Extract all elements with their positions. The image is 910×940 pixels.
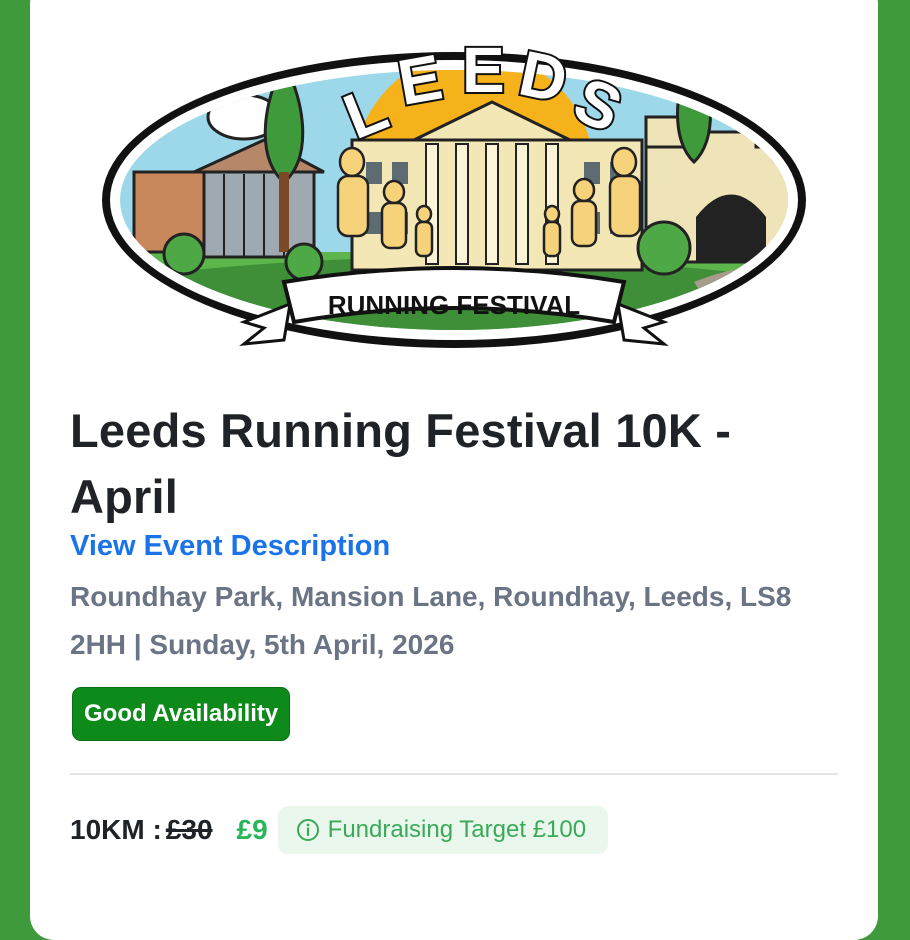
event-card: L E E D S RUNNING FESTIVAL Leeds Running…	[30, 0, 878, 940]
event-logo: L E E D S RUNNING FESTIVAL	[102, 32, 806, 348]
distance-label: 10KM :	[70, 814, 162, 845]
logo-letter: E	[462, 34, 505, 106]
fundraising-target-badge: Fundraising Target £100	[277, 806, 609, 854]
divider	[70, 773, 838, 775]
info-icon	[296, 819, 319, 841]
view-description-link[interactable]: View Event Description	[70, 530, 390, 563]
availability-badge: Good Availability	[72, 687, 291, 741]
price-row: 10KM : £30 £9 Fundraising Target £100	[70, 806, 609, 854]
original-price: £30	[165, 814, 213, 845]
event-title: Leeds Running Festival 10K - April	[70, 404, 732, 523]
event-location-date: Roundhay Park, Mansion Lane, Roundhay, L…	[70, 581, 792, 660]
logo-banner-text: RUNNING FESTIVAL	[328, 290, 580, 320]
fundraising-target-text: Fundraising Target £100	[327, 816, 587, 843]
discounted-price: £9	[236, 814, 268, 845]
